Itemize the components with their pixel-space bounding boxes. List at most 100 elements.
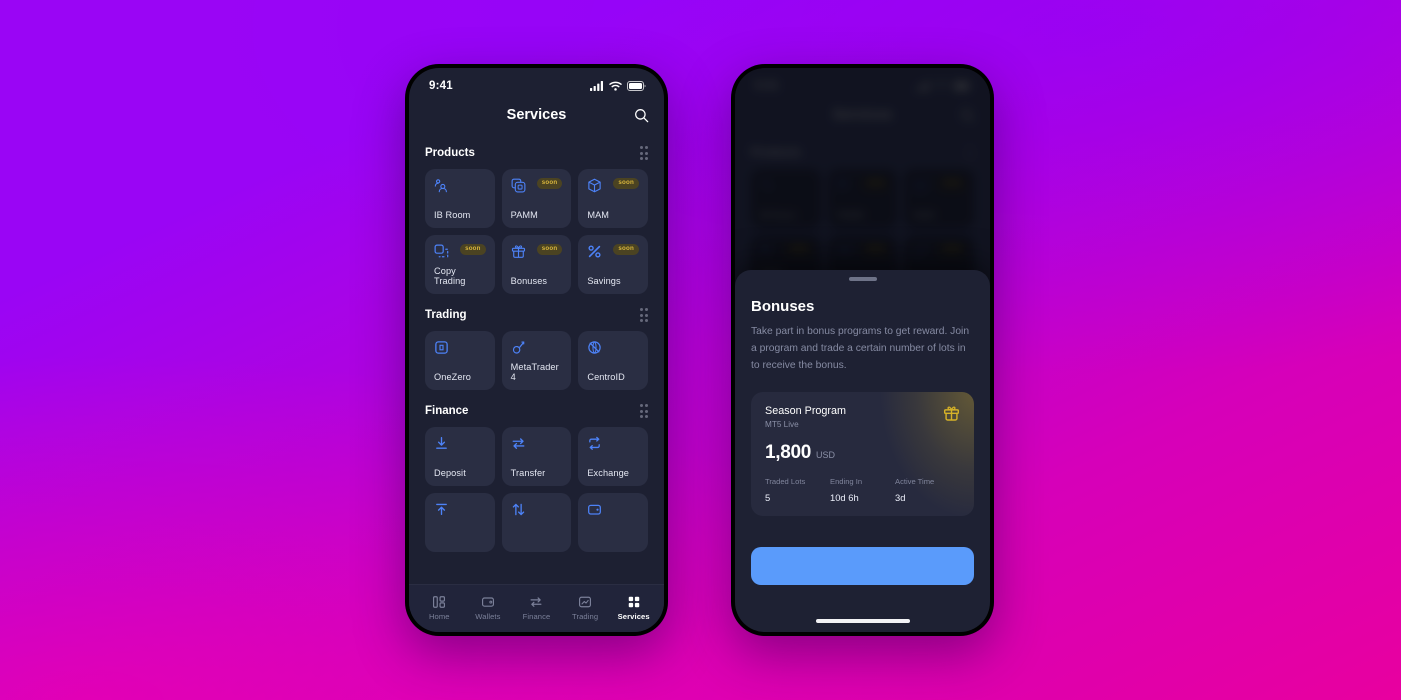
bonus-amount: 1,800 — [765, 442, 812, 464]
soon-badge: soon — [536, 244, 563, 255]
sheet-grabber-icon[interactable] — [848, 277, 877, 281]
phone-services-screen: 9:41 Services Products IB Room soon PAMM… — [405, 64, 668, 636]
tile-wallet[interactable] — [578, 493, 648, 552]
copy-box-icon — [511, 178, 526, 193]
transfer-icon — [530, 596, 542, 607]
status-bar-icons — [590, 81, 646, 91]
stat-key: Active Time — [895, 477, 935, 487]
upload-arrow-icon — [436, 503, 447, 516]
program-name: Season Program — [765, 405, 847, 418]
tile-label: Exchange — [587, 468, 629, 478]
section-title: Finance — [425, 405, 469, 417]
tile-label: Bonuses — [510, 276, 548, 286]
soon-badge: soon — [613, 244, 639, 255]
refresh-loop-icon — [589, 436, 601, 450]
bonus-program-card[interactable]: Season Program MT5 Live 1,800 USD Traded… — [751, 392, 974, 516]
tile-label: MAM — [587, 210, 610, 220]
gift-icon — [943, 406, 960, 421]
square-bracket-icon — [435, 341, 448, 354]
tab-label: Services — [617, 611, 650, 621]
users-icon — [434, 179, 447, 193]
primary-action-button[interactable] — [751, 547, 974, 585]
grid-icon — [628, 596, 639, 607]
trading-grid: OneZero MetaTrader 4 CentroID — [425, 331, 648, 390]
drag-handle-icon[interactable] — [639, 146, 648, 160]
stat-active-time: Active Time 3d — [895, 477, 960, 503]
dashboard-icon — [433, 595, 446, 608]
tile-label: PAMM — [510, 210, 538, 220]
tab-finance[interactable]: Finance — [512, 595, 561, 621]
tile-label: Copy Trading — [434, 266, 466, 286]
tile-label: Transfer — [510, 468, 546, 478]
tile-withdraw[interactable] — [425, 493, 495, 552]
tile-metatrader-4[interactable]: MetaTrader 4 — [501, 331, 572, 390]
status-bar: 9:41 — [409, 68, 664, 98]
tile-exchange[interactable]: Exchange — [578, 427, 648, 486]
wifi-icon — [609, 81, 622, 91]
tile-centroid[interactable]: CentroID — [578, 331, 648, 390]
stat-value: 3d — [895, 492, 906, 504]
tile-mam[interactable]: soon MAM — [578, 169, 648, 228]
finance-grid: Deposit Transfer Exchange — [425, 427, 648, 486]
tile-label: IB Room — [434, 210, 471, 220]
tab-home[interactable]: Home — [415, 595, 464, 621]
finance-grid-clipped — [425, 493, 648, 552]
products-grid: IB Room soon PAMM soon MAM soon Copy Tra… — [425, 169, 648, 294]
sheet-description: Take part in bonus programs to get rewar… — [751, 326, 970, 372]
percent-icon — [588, 245, 601, 258]
chart-icon — [579, 596, 592, 607]
tile-label: OneZero — [434, 372, 471, 382]
status-bar-time: 9:41 — [429, 80, 453, 92]
cellular-bars-icon — [590, 81, 603, 91]
tile-copy-trading[interactable]: soon Copy Trading — [425, 235, 495, 294]
tab-trading[interactable]: Trading — [561, 595, 610, 621]
tab-services[interactable]: Services — [609, 595, 658, 621]
stat-traded-lots: Traded Lots 5 — [765, 477, 830, 503]
tile-ib-room[interactable]: IB Room — [425, 169, 495, 228]
tile-label: Deposit — [434, 468, 466, 478]
gift-icon — [511, 245, 525, 258]
soon-badge: soon — [613, 178, 639, 189]
tile-label: Savings — [587, 276, 621, 286]
tab-label: Wallets — [475, 611, 501, 621]
stat-key: Traded Lots — [765, 477, 806, 487]
screen-bonuses: 9:41 — [735, 68, 990, 632]
bottom-tab-bar: Home Wallets Finance Trading Services — [409, 584, 664, 632]
stat-value: 5 — [765, 492, 771, 504]
tile-transfer[interactable]: Transfer — [501, 427, 572, 486]
stat-ending-in: Ending In 10d 6h — [830, 477, 895, 503]
drag-handle-icon[interactable] — [639, 404, 648, 418]
tile-savings[interactable]: soon Savings — [578, 235, 648, 294]
wallet-icon — [481, 596, 494, 607]
tile-bonuses[interactable]: soon Bonuses — [501, 235, 572, 294]
exchange-arrows-icon — [512, 438, 525, 449]
nav-header: Services — [409, 98, 664, 132]
section-title: Products — [425, 147, 475, 159]
program-account: MT5 Live — [765, 420, 799, 430]
soon-badge: soon — [536, 178, 563, 189]
wallet-icon — [588, 504, 602, 515]
drag-handle-icon[interactable] — [639, 308, 648, 322]
section-title: Trading — [425, 309, 467, 321]
section-header-products: Products — [425, 146, 648, 160]
mt4-icon — [512, 341, 524, 354]
tile-internal-transfer[interactable] — [501, 493, 572, 552]
tab-wallets[interactable]: Wallets — [464, 595, 513, 621]
search-icon[interactable] — [632, 106, 650, 124]
cube-icon — [588, 178, 602, 193]
tile-deposit[interactable]: Deposit — [425, 427, 495, 486]
tab-label: Finance — [522, 611, 551, 621]
download-arrow-icon — [436, 437, 447, 449]
section-header-trading: Trading — [425, 308, 648, 322]
tile-pamm[interactable]: soon PAMM — [501, 169, 572, 228]
home-indicator-icon — [815, 619, 910, 623]
screen-services: 9:41 Services Products IB Room soon PAMM… — [409, 68, 664, 632]
tile-onezero[interactable]: OneZero — [425, 331, 495, 390]
soon-badge: soon — [460, 244, 486, 255]
tab-label: Home — [428, 611, 450, 621]
sheet-title: Bonuses — [751, 298, 815, 315]
stat-value: 10d 6h — [830, 492, 859, 504]
page-title: Services — [506, 107, 567, 123]
services-content: Products IB Room soon PAMM soon MAM soon… — [409, 146, 664, 552]
tile-label: CentroID — [587, 372, 625, 382]
